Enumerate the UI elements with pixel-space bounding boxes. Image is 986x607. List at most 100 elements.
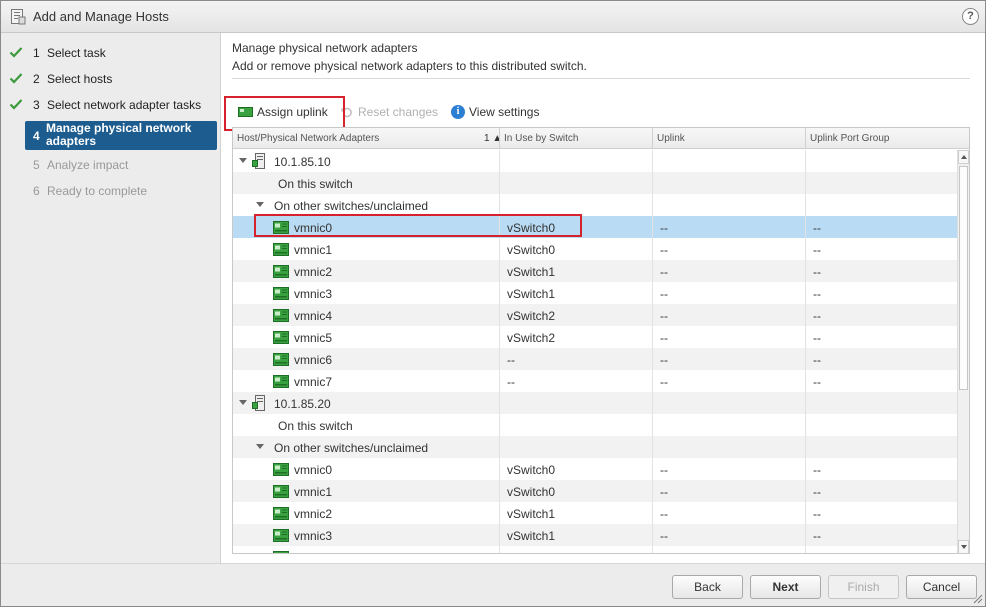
adapter-row[interactable]: vmnic3 vSwitch1 -- --: [233, 282, 957, 304]
nic-icon: [273, 507, 289, 520]
uplink-value: --: [660, 375, 668, 389]
cell-separator: [805, 326, 806, 348]
host-row[interactable]: 10.1.85.10: [233, 150, 957, 172]
adapter-row[interactable]: vmnic4 vSwitch2 -- --: [233, 304, 957, 326]
next-button[interactable]: Next: [750, 575, 821, 599]
expand-triangle-icon[interactable]: [239, 158, 247, 163]
uplink-port-group-value: --: [813, 265, 821, 279]
step-number: 3: [33, 98, 40, 112]
cell-separator: [652, 194, 653, 216]
adapter-name: vmnic0: [294, 463, 333, 477]
adapter-name: vmnic2: [294, 265, 333, 279]
host-icon: [252, 395, 265, 411]
group-row[interactable]: On other switches/unclaimed: [233, 194, 957, 216]
checkmark-icon: [9, 99, 23, 110]
scroll-up-arrow-icon[interactable]: [958, 150, 969, 164]
help-icon[interactable]: ?: [962, 8, 979, 25]
host-row[interactable]: 10.1.85.20: [233, 392, 957, 414]
cell-separator: [499, 150, 500, 172]
group-row[interactable]: On this switch: [233, 172, 957, 194]
in-use-by-switch: vSwitch0: [507, 243, 556, 257]
uplink-port-group-value: --: [813, 353, 821, 367]
cell-separator: [652, 282, 653, 304]
uplink-value: --: [660, 221, 668, 235]
step-label: Manage physical network adapters: [46, 121, 192, 148]
column-header-uplink[interactable]: Uplink: [657, 133, 685, 144]
cell-separator: [499, 238, 500, 260]
cell-separator: [499, 458, 500, 480]
adapter-row[interactable]: vmnic1 vSwitch0 -- --: [233, 480, 957, 502]
in-use-by-switch: vSwitch0: [507, 463, 556, 477]
resize-grip-icon[interactable]: [973, 594, 983, 604]
uplink-port-group-value: --: [813, 463, 821, 477]
adapter-row[interactable]: vmnic2 vSwitch1 -- --: [233, 260, 957, 282]
cancel-button[interactable]: Cancel: [906, 575, 977, 599]
step-select-hosts[interactable]: 2 Select hosts: [1, 66, 221, 92]
nic-icon: [273, 265, 289, 278]
divider: [232, 78, 970, 79]
adapter-row[interactable]: vmnic4 vSwitch2 -- --: [233, 546, 957, 553]
add-manage-hosts-dialog: Add and Manage Hosts ? 1 Select task 2 S…: [0, 0, 986, 607]
cell-separator: [499, 436, 500, 458]
cell-separator: [805, 282, 806, 304]
in-use-by-switch: vSwitch2: [507, 551, 555, 553]
cell-separator: [499, 260, 500, 282]
expand-triangle-icon[interactable]: [256, 202, 264, 207]
nic-icon: [273, 551, 289, 553]
nic-icon: [273, 529, 289, 542]
vertical-scrollbar[interactable]: [957, 150, 969, 553]
uplink-value: --: [660, 507, 668, 521]
adapter-row[interactable]: vmnic5 vSwitch2 -- --: [233, 326, 957, 348]
group-row[interactable]: On other switches/unclaimed: [233, 436, 957, 458]
reset-changes-label: Reset changes: [358, 105, 439, 119]
group-row[interactable]: On this switch: [233, 414, 957, 436]
nic-icon: [273, 353, 289, 366]
nic-icon: [273, 287, 289, 300]
scrollbar-thumb[interactable]: [959, 166, 968, 390]
step-select-task[interactable]: 1 Select task: [1, 40, 221, 66]
column-header-uplink-port-group[interactable]: Uplink Port Group: [810, 133, 889, 144]
uplink-value: --: [660, 331, 668, 345]
checkmark-icon: [9, 47, 23, 58]
adapter-name: vmnic4: [294, 551, 332, 553]
adapter-row[interactable]: vmnic7 -- -- --: [233, 370, 957, 392]
step-select-network-adapter-tasks[interactable]: 3 Select network adapter tasks: [1, 92, 221, 118]
column-separator[interactable]: [652, 128, 653, 149]
cell-separator: [499, 546, 500, 553]
in-use-by-switch: vSwitch2: [507, 309, 556, 323]
step-label: Select task: [47, 46, 106, 60]
back-button[interactable]: Back: [672, 575, 743, 599]
cell-separator: [652, 524, 653, 546]
in-use-by-switch: vSwitch1: [507, 507, 556, 521]
column-separator[interactable]: [805, 128, 806, 149]
in-use-by-switch: --: [507, 375, 515, 389]
cell-separator: [499, 392, 500, 414]
column-separator[interactable]: [499, 128, 500, 149]
adapter-row[interactable]: vmnic2 vSwitch1 -- --: [233, 502, 957, 524]
adapter-row[interactable]: vmnic1 vSwitch0 -- --: [233, 238, 957, 260]
cell-separator: [652, 326, 653, 348]
uplink-port-group-value: --: [813, 485, 821, 499]
cell-separator: [805, 480, 806, 502]
step-analyze-impact: 5 Analyze impact: [1, 152, 221, 178]
checkmark-icon: [9, 73, 23, 84]
cell-separator: [805, 194, 806, 216]
in-use-by-switch: --: [507, 353, 515, 367]
step-manage-physical-network-adapters[interactable]: 4 Manage physical network adapters: [25, 121, 217, 150]
expand-triangle-icon[interactable]: [256, 444, 264, 449]
adapter-row[interactable]: vmnic3 vSwitch1 -- --: [233, 524, 957, 546]
column-header-adapters[interactable]: Host/Physical Network Adapters: [237, 133, 379, 144]
cell-separator: [652, 260, 653, 282]
column-header-in-use[interactable]: In Use by Switch: [504, 133, 578, 144]
adapter-row[interactable]: vmnic6 -- -- --: [233, 348, 957, 370]
adapter-name: vmnic3: [294, 529, 333, 543]
cell-separator: [805, 414, 806, 436]
expand-triangle-icon[interactable]: [239, 400, 247, 405]
scroll-down-arrow-icon[interactable]: [958, 540, 969, 553]
step-number: 6: [33, 184, 40, 198]
cell-separator: [652, 238, 653, 260]
cell-separator: [652, 370, 653, 392]
step-label: Analyze impact: [47, 158, 129, 172]
wizard-steps-sidebar: 1 Select task 2 Select hosts 3 Select ne…: [1, 33, 221, 563]
adapter-row[interactable]: vmnic0 vSwitch0 -- --: [233, 458, 957, 480]
